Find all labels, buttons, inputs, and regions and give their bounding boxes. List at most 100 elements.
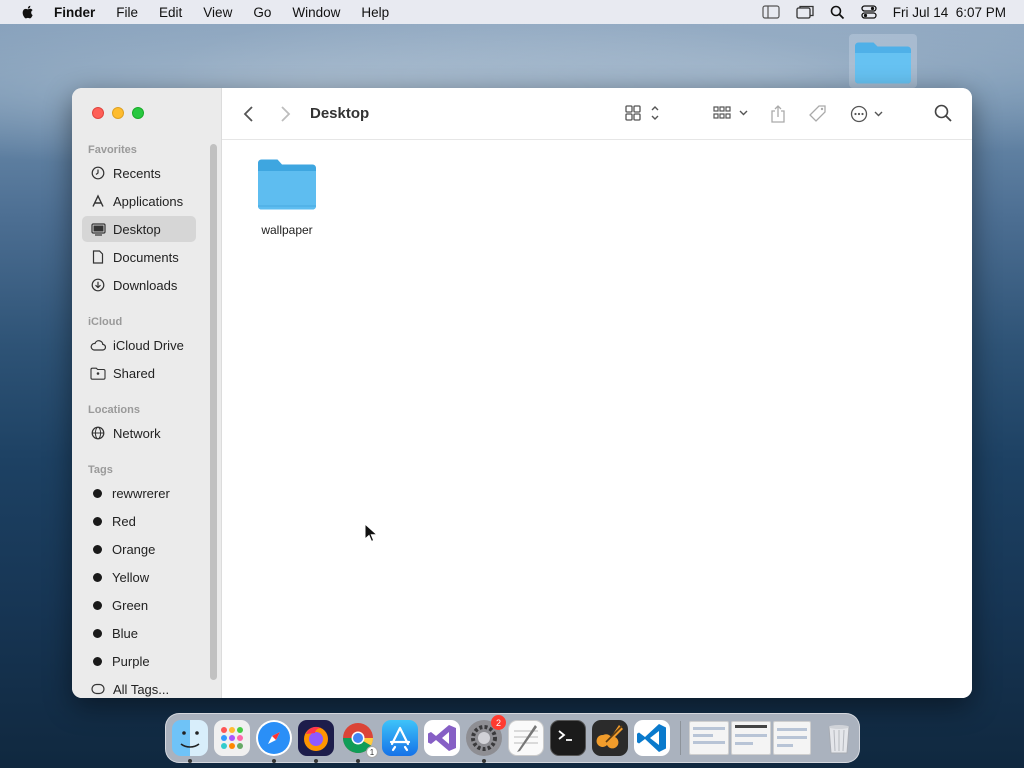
notification-badge: 2 <box>491 715 506 730</box>
more-actions-icon[interactable] <box>850 104 886 124</box>
finder-window: Favorites Recents Applications Desktop D… <box>72 88 972 698</box>
dock-launchpad[interactable] <box>214 720 250 756</box>
zoom-button[interactable] <box>132 107 144 119</box>
menu-finder[interactable]: Finder <box>54 5 95 20</box>
tag-dot-icon <box>93 600 102 610</box>
menu-view[interactable]: View <box>203 5 232 20</box>
apple-logo-icon[interactable] <box>20 4 36 20</box>
visual-studio-icon <box>428 725 456 751</box>
chrome-badge: 1 <box>366 746 378 758</box>
sidebar-tag-yellow[interactable]: Yellow <box>82 564 196 590</box>
file-item-wallpaper[interactable]: wallpaper <box>252 158 322 237</box>
dock: 1 2 <box>165 713 860 763</box>
search-icon[interactable] <box>934 104 952 122</box>
sidebar-item-network[interactable]: Network <box>82 420 196 446</box>
menu-bar-clock[interactable]: Fri Jul 14 6:07 PM <box>893 5 1006 20</box>
sidebar-item-label: Orange <box>112 541 156 557</box>
finder-face-icon <box>180 731 200 748</box>
dock-window-thumbnail[interactable] <box>773 721 811 755</box>
running-indicator <box>272 759 276 763</box>
globe-icon <box>90 425 106 441</box>
finder-sidebar: Favorites Recents Applications Desktop D… <box>72 88 222 698</box>
sidebar-item-label: Recents <box>113 165 161 181</box>
menu-window[interactable]: Window <box>292 5 340 20</box>
sidebar-tag-blue[interactable]: Blue <box>82 620 196 646</box>
dock-visual-studio[interactable] <box>424 720 460 756</box>
dock-separator <box>680 721 681 755</box>
sidebar-item-label: rewwrerer <box>112 485 170 501</box>
sidebar-tag-red[interactable]: Red <box>82 508 196 534</box>
dock-finder[interactable] <box>172 720 208 763</box>
menu-help[interactable]: Help <box>361 5 389 20</box>
shared-folder-icon <box>90 365 106 381</box>
spotlight-search-icon[interactable] <box>830 5 845 20</box>
icloud-header: iCloud <box>88 316 123 328</box>
sidebar-item-label: Applications <box>113 193 184 209</box>
favorites-header: Favorites <box>88 144 137 156</box>
dock-safari[interactable] <box>256 720 292 763</box>
menu-file[interactable]: File <box>116 5 138 20</box>
folder-icon <box>855 42 911 84</box>
dock-chrome[interactable]: 1 <box>340 720 378 763</box>
dock-system-settings[interactable]: 2 <box>466 715 506 763</box>
dock-vscode[interactable] <box>634 720 670 756</box>
tag-dot-icon <box>93 488 102 498</box>
trash-icon <box>828 725 850 754</box>
tag-dot-icon <box>93 656 102 666</box>
applications-icon <box>90 193 106 209</box>
sidebar-item-downloads[interactable]: Downloads <box>82 272 196 298</box>
sidebar-item-recents[interactable]: Recents <box>82 160 196 186</box>
sidebar-item-label: Downloads <box>113 277 178 293</box>
vscode-icon <box>637 724 666 752</box>
locations-header: Locations <box>88 404 140 416</box>
compass-icon <box>258 722 290 754</box>
sidebar-item-label: Yellow <box>112 569 150 585</box>
sidebar-tag-rewwrerer[interactable]: rewwrerer <box>82 480 196 506</box>
sidebar-tag-orange[interactable]: Orange <box>82 536 196 562</box>
forward-chevron-icon[interactable] <box>278 104 292 124</box>
sidebar-item-label: Blue <box>112 625 139 641</box>
sidebar-item-label: All Tags... <box>113 681 170 697</box>
dock-garageband[interactable] <box>592 720 628 756</box>
tags-header: Tags <box>88 464 113 476</box>
screen-mirroring-icon[interactable] <box>796 5 814 19</box>
close-button[interactable] <box>92 107 104 119</box>
sidebar-item-documents[interactable]: Documents <box>82 244 196 270</box>
mouse-cursor-icon <box>364 523 378 543</box>
sidebar-item-desktop[interactable]: Desktop <box>82 216 196 242</box>
dock-app-store[interactable] <box>382 720 418 756</box>
sidebar-item-label: Green <box>112 597 149 613</box>
running-indicator <box>356 759 360 763</box>
document-icon <box>90 249 106 265</box>
tag-dot-icon <box>93 628 102 638</box>
sidebar-all-tags[interactable]: All Tags... <box>82 676 196 698</box>
menu-edit[interactable]: Edit <box>159 5 182 20</box>
share-icon[interactable] <box>770 104 786 124</box>
sidebar-item-icloud-drive[interactable]: iCloud Drive <box>82 332 196 358</box>
sidebar-tag-green[interactable]: Green <box>82 592 196 618</box>
menu-bar: Finder File Edit View Go Window Help Fri… <box>0 0 1024 24</box>
folder-icon <box>258 159 316 210</box>
dock-window-thumbnail[interactable] <box>731 721 771 755</box>
back-chevron-icon[interactable] <box>242 104 256 124</box>
sidebar-scrollbar[interactable] <box>210 144 217 680</box>
dock-terminal[interactable] <box>550 720 586 756</box>
control-center-icon[interactable] <box>861 5 877 19</box>
tag-icon[interactable] <box>808 104 828 124</box>
app-store-icon <box>389 726 411 752</box>
sidebar-item-label: Documents <box>113 249 179 265</box>
desktop-folder[interactable] <box>849 34 917 88</box>
sidebar-toggle-icon[interactable] <box>762 5 780 19</box>
dock-window-thumbnail[interactable] <box>689 721 729 755</box>
sidebar-tag-purple[interactable]: Purple <box>82 648 196 674</box>
dock-trash[interactable] <box>821 720 857 756</box>
dock-textedit[interactable] <box>508 720 544 756</box>
minimize-button[interactable] <box>112 107 124 119</box>
sidebar-item-label: Desktop <box>113 221 161 237</box>
group-by-icon[interactable] <box>712 104 750 122</box>
view-mode-icon[interactable] <box>624 104 662 122</box>
dock-firefox[interactable] <box>298 720 334 763</box>
sidebar-item-applications[interactable]: Applications <box>82 188 196 214</box>
menu-go[interactable]: Go <box>253 5 271 20</box>
sidebar-item-shared[interactable]: Shared <box>82 360 196 386</box>
